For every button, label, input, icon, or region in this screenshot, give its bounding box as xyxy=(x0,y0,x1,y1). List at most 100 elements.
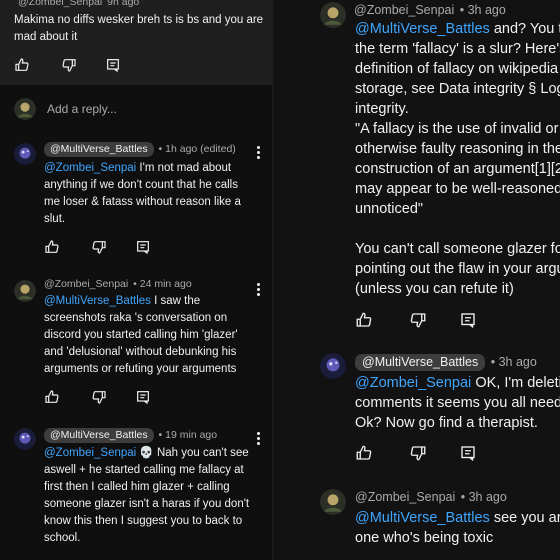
reply-actions xyxy=(44,239,154,255)
mention-link[interactable]: @Zombei_Senpai xyxy=(44,447,136,459)
mention-link[interactable]: @Zombei_Senpai xyxy=(355,375,471,391)
left-comment-panel: @Zombei_Senpai 9h ago Makima no diffs we… xyxy=(0,0,274,560)
top-comment-author[interactable]: @Zombei_Senpai xyxy=(18,0,102,8)
reply-line: @Zombei_Senpai 💀 Nah you can't see xyxy=(44,445,266,462)
reply-author-chip[interactable]: @MultiVerse_Battles xyxy=(44,428,154,443)
comment-text: @MultiVerse_Battles and? You th the term… xyxy=(355,19,560,299)
comment-line: You can't call someone glazer for xyxy=(355,241,560,257)
reply-line: arguments or refuting your arguments xyxy=(44,363,237,375)
reply-line-text: I'm not mad about xyxy=(136,162,232,174)
comment-line-text: see you are xyxy=(493,510,560,526)
comment-line: pointing out the flaw in your argum xyxy=(355,261,560,277)
comment-line-text: OK, I'm deleting xyxy=(475,375,560,391)
reply-time: • 1h ago (edited) xyxy=(158,143,236,155)
reply-line: anything if we don't count that he calls xyxy=(44,179,238,191)
reply-icon[interactable] xyxy=(135,389,151,405)
reply-author-chip[interactable]: @MultiVerse_Battles xyxy=(44,142,154,157)
reply-meta: @MultiVerse_Battles • 19 min ago xyxy=(44,428,217,443)
reply-time-text: 19 min ago xyxy=(165,429,218,441)
comment-time: • 3h ago xyxy=(460,490,507,504)
reply-text: @MultiVerse_Battles I saw the screenshot… xyxy=(44,293,264,378)
reply-line: @Zombei_Senpai I'm not mad about xyxy=(44,160,264,177)
avatar-icon xyxy=(14,98,36,120)
comment-line: otherwise faulty reasoning in the xyxy=(355,141,560,157)
avatar-icon xyxy=(320,353,346,379)
top-comment-time: 9h ago xyxy=(107,0,140,8)
top-comment-meta: @Zombei_Senpai 9h ago xyxy=(18,0,139,8)
comment-author-chip[interactable]: @MultiVerse_Battles xyxy=(355,354,486,371)
reply-text: @Zombei_Senpai I'm not mad about anythin… xyxy=(44,160,264,228)
reply-text: @Zombei_Senpai 💀 Nah you can't see aswel… xyxy=(44,445,266,547)
reply-author[interactable]: @Zombei_Senpai xyxy=(44,278,128,290)
reply-line: @MultiVerse_Battles I saw the xyxy=(44,293,264,310)
thumbs-up-icon[interactable] xyxy=(355,311,373,329)
reply-line: know this then I suggest you to back to xyxy=(44,515,243,527)
reply-icon[interactable] xyxy=(135,239,151,255)
comment-text: @MultiVerse_Battles see you are one who'… xyxy=(355,508,560,548)
mention-link[interactable]: @MultiVerse_Battles xyxy=(355,510,490,526)
thumbs-up-icon[interactable] xyxy=(44,239,60,255)
top-comment-actions xyxy=(14,57,124,73)
comment-line: @Zombei_Senpai OK, I'm deleting xyxy=(355,373,560,393)
thumbs-down-icon[interactable] xyxy=(91,239,107,255)
comment-time: • 3h ago xyxy=(459,3,506,17)
reply-line: first then I called him glazer + calling xyxy=(44,481,230,493)
reply-time: • 19 min ago xyxy=(158,429,218,441)
reply-icon[interactable] xyxy=(459,444,477,462)
reply-line-text: 💀 Nah you can't see xyxy=(136,447,249,459)
reply-line: school. xyxy=(44,532,81,544)
comment-author[interactable]: @Zombei_Senpai xyxy=(354,3,454,17)
comment-line: definition of fallacy on wikipedia xyxy=(355,61,559,77)
comment-time-text: 3h ago xyxy=(468,490,507,504)
reply-line: screenshots raka 's conversation on xyxy=(44,312,228,324)
reply-line: me loser & fatass without reason like a xyxy=(44,196,241,208)
avatar-icon xyxy=(320,2,346,28)
thumbs-down-icon[interactable] xyxy=(409,444,427,462)
comment-line: integrity. xyxy=(355,101,409,117)
reply-line: discord you started calling him 'glazer' xyxy=(44,329,238,341)
comment-line: storage, see Data integrity § Logic xyxy=(355,81,560,97)
avatar-icon xyxy=(14,428,36,450)
reply-time: • 24 min ago xyxy=(133,278,192,290)
comment-line: one who's being toxic xyxy=(355,530,494,546)
reply-line: aswell + he started calling me fallacy a… xyxy=(44,464,244,476)
comment-actions xyxy=(355,311,485,329)
comment-line: comments it seems you all need h xyxy=(355,395,560,411)
add-reply-input[interactable]: Add a reply... xyxy=(47,102,117,116)
reply-meta: @Zombei_Senpai • 24 min ago xyxy=(44,278,192,290)
comment-meta: @Zombei_Senpai • 3h ago xyxy=(354,3,506,17)
comment-line: @MultiVerse_Battles see you are xyxy=(355,508,560,528)
reply-icon[interactable] xyxy=(105,57,121,73)
thumbs-down-icon[interactable] xyxy=(409,311,427,329)
add-reply-row: Add a reply... xyxy=(14,98,264,122)
reply-time-text: 24 min ago xyxy=(139,278,192,290)
reply-icon[interactable] xyxy=(459,311,477,329)
thumbs-down-icon[interactable] xyxy=(61,57,77,73)
thumbs-up-icon[interactable] xyxy=(44,389,60,405)
comment-time: • 3h ago xyxy=(490,355,537,369)
mention-link[interactable]: @MultiVerse_Battles xyxy=(355,21,490,37)
reply-actions xyxy=(44,389,154,405)
reply-time-text: 1h ago (edited) xyxy=(165,143,236,155)
comment-line: Ok? Now go find a therapist. xyxy=(355,415,538,431)
comment-line: construction of an argument[1][2] xyxy=(355,161,560,177)
comment-line: (unless you can refute it) xyxy=(355,281,514,297)
thumbs-up-icon[interactable] xyxy=(14,57,30,73)
more-options-icon[interactable] xyxy=(255,145,261,161)
comment-line: may appear to be well-reasoned if xyxy=(355,181,560,197)
avatar-icon xyxy=(14,143,36,165)
comment-time-text: 3h ago xyxy=(498,355,537,369)
comment-line-text: and? You th xyxy=(493,21,560,37)
thumbs-up-icon[interactable] xyxy=(355,444,373,462)
comment-line xyxy=(355,219,560,239)
top-comment-text: Makima no diffs wesker breh ts is bs and… xyxy=(14,14,264,43)
reply-line: and 'delusional' without debunking his xyxy=(44,346,237,358)
mention-link[interactable]: @Zombei_Senpai xyxy=(44,162,136,174)
comment-line: "A fallacy is the use of invalid or xyxy=(355,121,559,137)
thumbs-down-icon[interactable] xyxy=(91,389,107,405)
comment-time-text: 3h ago xyxy=(467,3,506,17)
mention-link[interactable]: @MultiVerse_Battles xyxy=(44,295,151,307)
comment-meta: @Zombei_Senpai • 3h ago xyxy=(355,490,507,504)
reply-line-text: I saw the xyxy=(150,295,201,307)
comment-author[interactable]: @Zombei_Senpai xyxy=(355,490,455,504)
